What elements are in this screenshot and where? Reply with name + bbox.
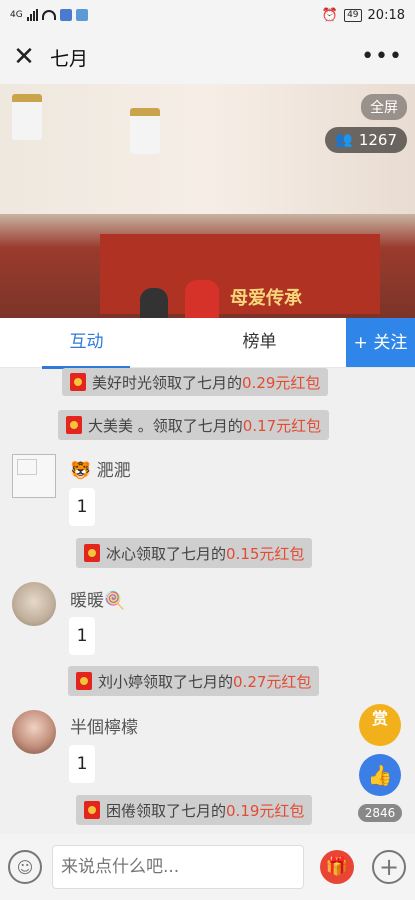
- avatar[interactable]: [12, 710, 56, 754]
- like-button[interactable]: 👍: [359, 754, 401, 796]
- red-packet-icon: [66, 416, 82, 434]
- page-title: 七月: [50, 47, 89, 70]
- network-label: 4G: [10, 10, 23, 20]
- status-bar: 4G ⏰ 49 20:18: [0, 0, 415, 30]
- image-notification-icon: [75, 9, 88, 21]
- alarm-icon: ⏰: [321, 7, 339, 23]
- viewer-count-badge: 👥 1267: [325, 127, 407, 153]
- avatar[interactable]: [12, 582, 56, 626]
- comment-input[interactable]: [52, 845, 304, 889]
- tab-interaction[interactable]: 互动: [0, 318, 173, 369]
- notice-text: 冰心领取了七月的: [106, 544, 227, 563]
- notice-amount: 0.27元红包: [233, 672, 312, 691]
- reward-label: 赏: [371, 709, 388, 728]
- notice-amount: 0.15元红包: [226, 544, 305, 563]
- live-video[interactable]: 母爱传承 全屏 👥 1267: [0, 84, 415, 318]
- host-person: [140, 288, 168, 318]
- notice-text: 刘小婷领取了七月的: [98, 672, 234, 691]
- viewer-count: 1267: [358, 131, 397, 149]
- input-bar: ☺ 🎁 +: [0, 834, 415, 900]
- close-icon[interactable]: ✕: [12, 44, 36, 70]
- notice-text: 困倦领取了七月的: [106, 801, 227, 820]
- chat-message: 1: [69, 617, 95, 655]
- title-bar: ✕ 七月 •••: [0, 30, 415, 84]
- redpacket-notice: 大美美 。领取了七月的 0.17元红包: [58, 410, 330, 440]
- product-can: [12, 94, 42, 140]
- tab-bar: 互动 榜单 + 关注: [0, 318, 415, 369]
- plus-icon[interactable]: +: [372, 850, 406, 884]
- chat-username: 暖暖🍭: [70, 591, 126, 611]
- people-icon: 👥: [335, 132, 353, 148]
- wifi-icon: [41, 10, 56, 20]
- reward-button[interactable]: 赏: [359, 704, 401, 746]
- redpacket-notice: 刘小婷领取了七月的 0.27元红包: [68, 666, 320, 696]
- red-packet-icon: [84, 544, 100, 562]
- notice-text: 美好时光领取了七月的: [92, 373, 243, 392]
- battery-icon: 49: [344, 8, 362, 22]
- chat-feed[interactable]: 美好时光领取了七月的 0.29元红包 大美美 。领取了七月的 0.17元红包 🐯…: [0, 368, 415, 834]
- red-packet-icon: [70, 373, 86, 391]
- redpacket-notice: 困倦领取了七月的 0.19元红包: [76, 795, 313, 825]
- gift-icon[interactable]: 🎁: [320, 850, 354, 884]
- red-packet-icon: [84, 801, 100, 819]
- product-can: [130, 108, 160, 154]
- app-notification-icon: [59, 9, 72, 21]
- chat-message: 1: [69, 488, 95, 526]
- notice-amount: 0.29元红包: [242, 373, 321, 392]
- emoji-icon[interactable]: ☺: [8, 850, 42, 884]
- thumbs-up-icon: 👍: [367, 763, 393, 787]
- more-menu-icon[interactable]: •••: [361, 46, 403, 68]
- redpacket-notice: 美好时光领取了七月的 0.29元红包: [62, 368, 329, 396]
- signal-icon: [26, 9, 38, 21]
- notice-amount: 0.17元红包: [242, 416, 322, 435]
- chat-message: 1: [69, 745, 95, 783]
- avatar[interactable]: [12, 454, 56, 498]
- redpacket-notice: 冰心领取了七月的 0.15元红包: [76, 538, 313, 568]
- clock: 20:18: [367, 7, 405, 23]
- notice-text: 大美美 。领取了七月的: [88, 416, 243, 435]
- follow-button[interactable]: + 关注: [346, 318, 415, 367]
- tab-ranking[interactable]: 榜单: [173, 318, 346, 367]
- fullscreen-button[interactable]: 全屏: [361, 94, 407, 120]
- red-packet-icon: [76, 672, 92, 690]
- status-right: ⏰ 49 20:18: [322, 8, 405, 23]
- notice-amount: 0.19元红包: [226, 801, 305, 820]
- chat-username: 半個檸檬: [70, 718, 138, 738]
- video-banner-text: 母爱传承: [230, 288, 302, 309]
- host-person: [185, 280, 219, 318]
- chat-username: 🐯 淝淝: [70, 461, 131, 481]
- status-left: 4G: [10, 9, 88, 21]
- like-count: 2846: [358, 804, 402, 822]
